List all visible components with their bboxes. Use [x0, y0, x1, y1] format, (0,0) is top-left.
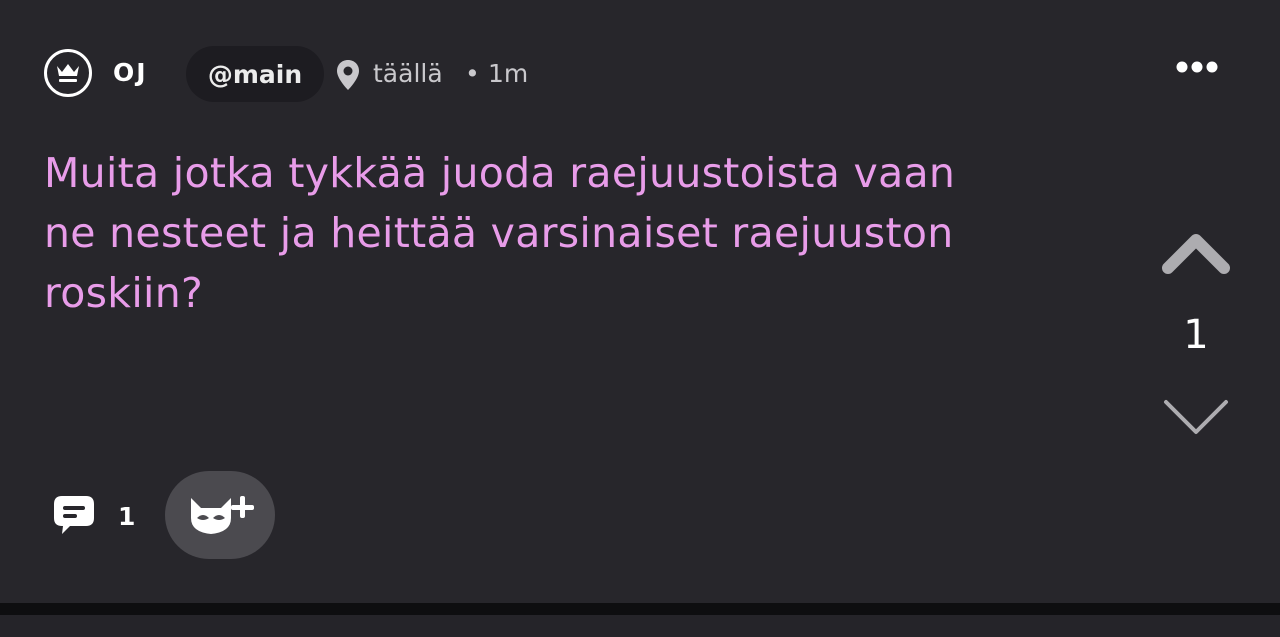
invite-button[interactable]: [165, 471, 275, 559]
downvote-button[interactable]: [1160, 392, 1232, 444]
post-card[interactable]: OJ @main täällä • 1m Muita jotka tykkää …: [0, 0, 1280, 603]
comment-count: 1: [118, 502, 136, 531]
vote-score: 1: [1183, 312, 1209, 358]
crown-icon: [57, 64, 79, 82]
location-label: täällä: [373, 59, 443, 88]
next-post-area: [0, 615, 1280, 637]
map-pin-icon: [337, 60, 359, 90]
meta-separator: •: [465, 59, 480, 88]
channel-label: @main: [207, 59, 303, 89]
post-time: 1m: [488, 59, 529, 88]
more-horizontal-icon: [1176, 61, 1218, 73]
fox-plus-icon: [191, 496, 254, 534]
post-divider: [0, 603, 1280, 615]
username[interactable]: OJ: [113, 58, 148, 87]
comment-icon[interactable]: [52, 494, 96, 536]
channel-tag[interactable]: @main: [186, 46, 324, 102]
user-avatar[interactable]: [44, 49, 92, 97]
more-options-button[interactable]: [1170, 52, 1224, 82]
post-content: Muita jotka tykkää juoda raejuustoista v…: [44, 149, 956, 317]
upvote-button[interactable]: [1160, 228, 1232, 280]
